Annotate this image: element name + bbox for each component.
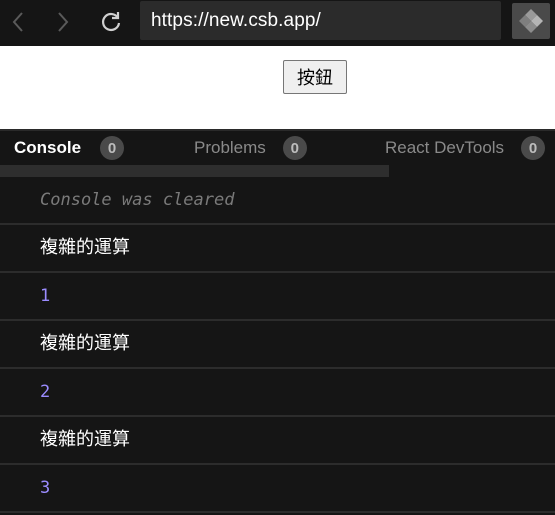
preview-pane: 按鈕 [0,46,555,129]
count-badge: 0 [521,136,546,160]
devtools-tabs: Console 0 Problems 0 React DevTools 0 [0,131,555,165]
tab-react-devtools[interactable]: React DevTools 0 [385,136,546,160]
console-log-number: 3 [40,478,51,498]
console-log-number: 1 [40,286,51,306]
console-output: Console was cleared 複雜的運算 1 複雜的運算 2 複雜的運… [0,177,555,513]
codesandbox-menu-button[interactable] [512,3,550,39]
forward-button[interactable] [45,4,81,40]
tab-console[interactable]: Console 0 [14,136,125,160]
tab-label: React DevTools [385,138,505,157]
forward-icon [58,12,69,32]
console-row: 複雜的運算 [0,321,555,369]
console-row: Console was cleared [0,177,555,225]
console-row: 1 [0,273,555,321]
count-badge: 0 [282,136,307,160]
console-log-number: 2 [40,382,51,402]
codesandbox-logo-icon [519,9,543,33]
console-row: 2 [0,369,555,417]
address-bar[interactable]: https://new.csb.app/ [140,1,501,40]
url-text: https://new.csb.app/ [151,9,321,31]
demo-button[interactable]: 按鈕 [283,60,347,94]
tab-problems[interactable]: Problems 0 [194,136,307,160]
console-cleared-message: Console was cleared [40,190,235,210]
console-log-text: 複雜的運算 [40,429,130,450]
count-badge: 0 [100,136,125,160]
console-row: 3 [0,465,555,513]
tab-label: Console [14,138,82,157]
tab-label: Problems [194,138,266,157]
browser-toolbar: https://new.csb.app/ [0,0,555,46]
console-log-text: 複雜的運算 [40,237,130,258]
back-button[interactable] [0,4,36,40]
back-icon [12,12,23,32]
console-row: 複雜的運算 [0,417,555,465]
reload-icon [101,12,121,32]
console-row: 複雜的運算 [0,225,555,273]
reload-button[interactable] [93,4,129,40]
horizontal-scrollbar[interactable] [0,165,389,177]
console-log-text: 複雜的運算 [40,333,130,354]
